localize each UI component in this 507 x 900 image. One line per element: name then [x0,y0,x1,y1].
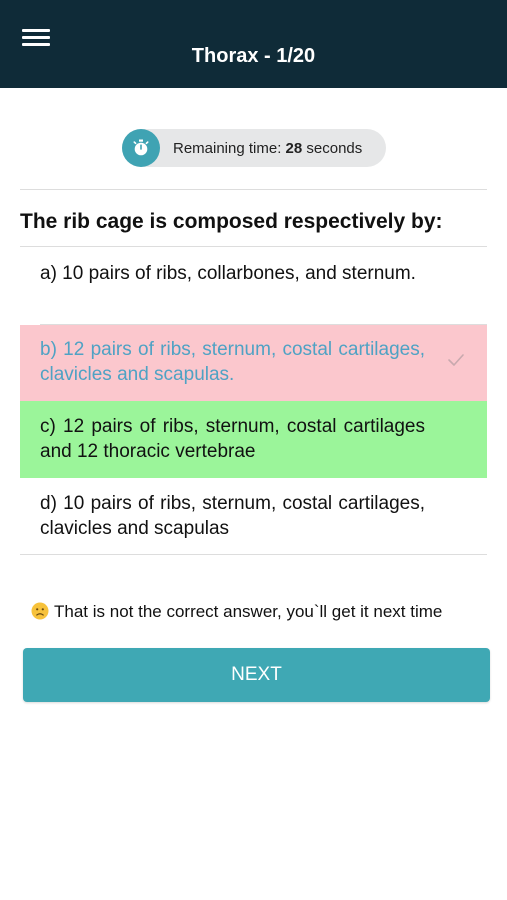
remaining-time-label: Remaining time: [173,140,286,157]
question-text: The rib cage is composed respectively by… [20,210,443,233]
answer-option-text: b) 12 pairs of ribs, sternum, costal car… [40,339,425,385]
divider [20,246,487,247]
answer-option-text: a) 10 pairs of ribs, collarbones, and st… [40,263,416,284]
remaining-time-pill: Remaining time: 28 seconds [122,129,386,167]
answer-option-a[interactable]: a) 10 pairs of ribs, collarbones, and st… [20,249,487,325]
answer-option-text: d) 10 pairs of ribs, sternum, costal car… [40,493,425,539]
next-button[interactable]: NEXT [23,648,490,702]
divider [20,554,487,555]
page-title: Thorax - 1/20 [191,45,316,67]
answer-option-text: c) 12 pairs of ribs, sternum, costal car… [40,416,425,462]
divider [20,189,487,190]
check-icon [448,354,464,366]
remaining-time-unit: seconds [302,140,363,157]
answer-option-c[interactable]: c) 12 pairs of ribs, sternum, costal car… [20,401,487,478]
feedback-message: That is not the correct answer, you`ll g… [31,602,442,622]
feedback-text: That is not the correct answer, you`ll g… [54,602,443,621]
answer-option-d[interactable]: d) 10 pairs of ribs, sternum, costal car… [20,478,487,554]
stopwatch-icon [122,129,160,167]
app-header: Thorax - 1/20 [0,0,507,88]
remaining-time-text: Remaining time: 28 seconds [173,140,362,157]
sad-face-emoji-icon [31,602,49,620]
remaining-time-seconds: 28 [285,140,303,157]
answer-option-b[interactable]: b) 12 pairs of ribs, sternum, costal car… [20,325,487,401]
